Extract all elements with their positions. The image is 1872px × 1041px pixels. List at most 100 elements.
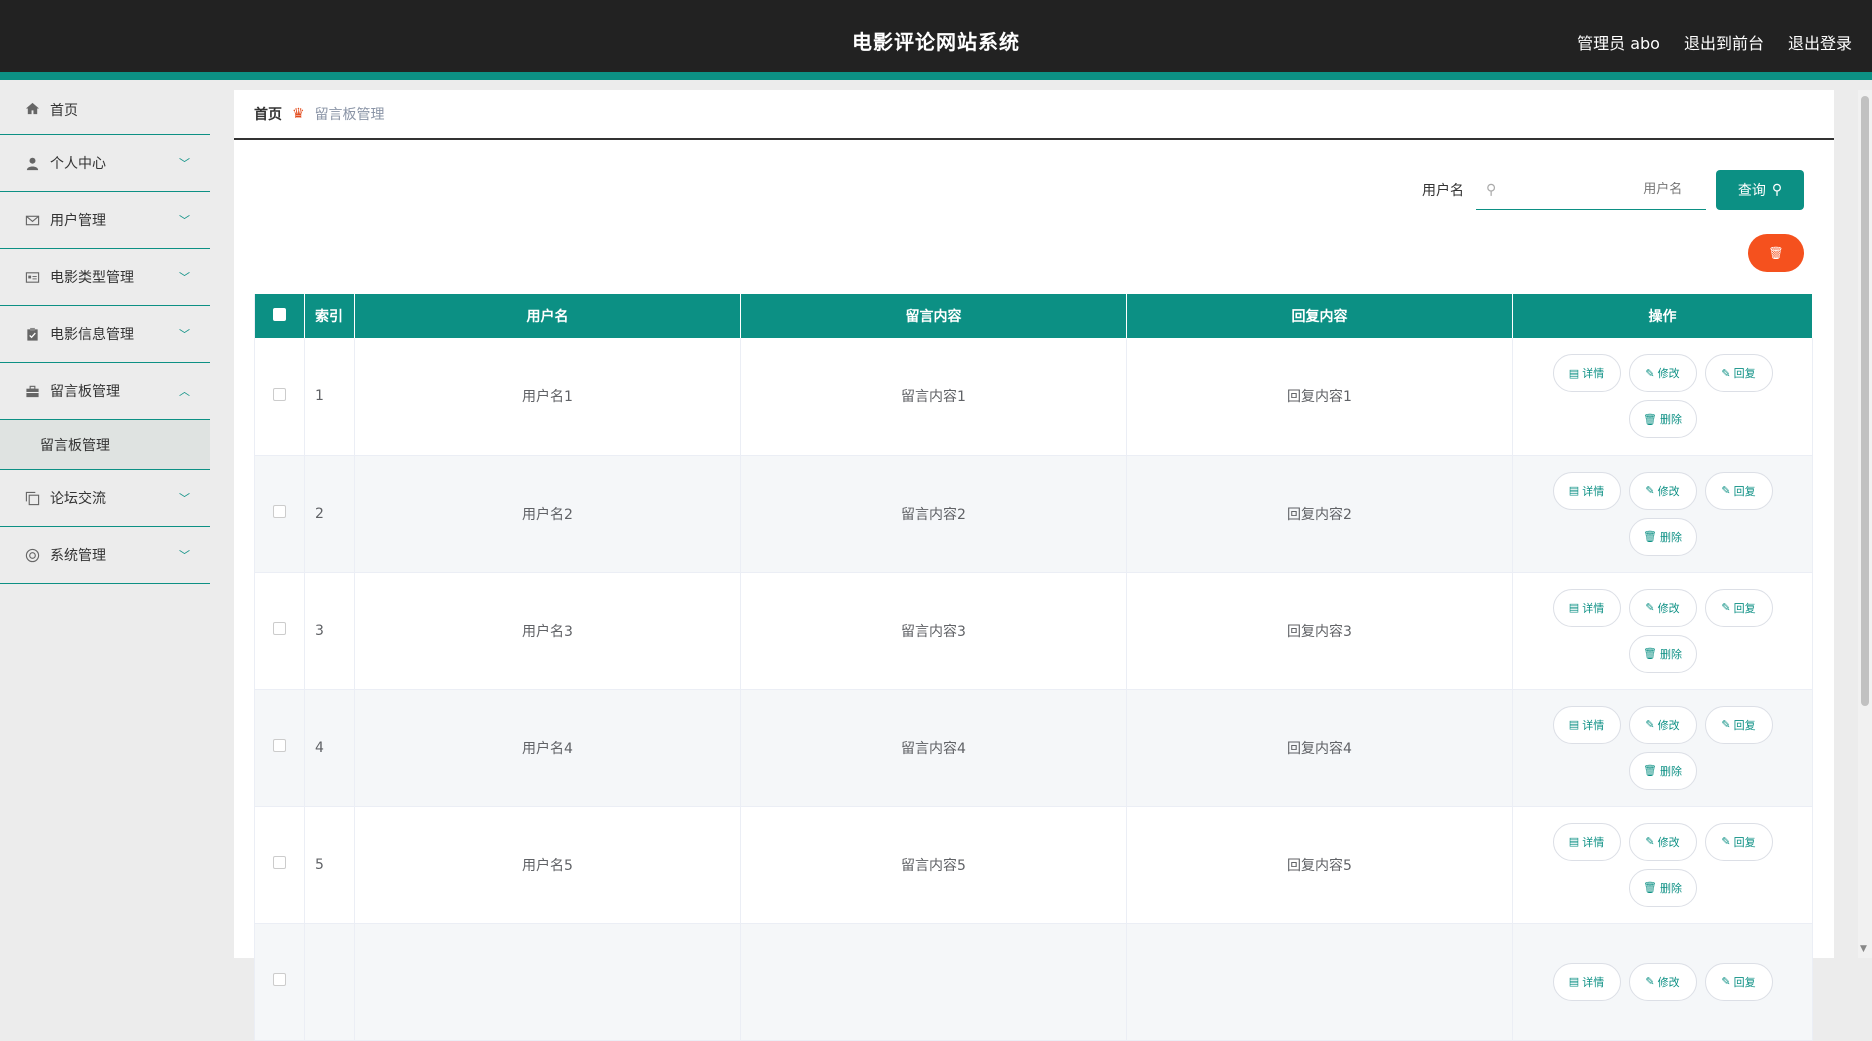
header-links: 管理员 abo 退出到前台 退出登录 (1577, 30, 1852, 54)
scrollbar-thumb[interactable] (1861, 96, 1869, 706)
delete-button[interactable]: 🗑 删除 (1628, 400, 1697, 439)
edit-button[interactable]: ✎ 修改 (1628, 354, 1697, 393)
sidebar-item-system[interactable]: 系统管理 ﹀ (0, 527, 210, 584)
edit-button[interactable]: ✎ 修改 (1628, 962, 1697, 1001)
batch-delete-button[interactable]: 🗑 (1748, 234, 1804, 272)
reply-button[interactable]: ✎ 回复 (1704, 354, 1773, 393)
query-button-label: 查询 (1737, 183, 1766, 199)
main-content: 首页 ♛ 留言板管理 用户名 ⚲ 查询 ⚲ 🗑 (210, 90, 1858, 1040)
chevron-down-icon: ﹀ (179, 328, 190, 341)
trash-icon: 🗑 (1643, 647, 1657, 660)
query-button[interactable]: 查询 ⚲ (1716, 170, 1804, 210)
sidebar-item-label: 论坛交流 (50, 491, 106, 507)
sidebar-item-forum[interactable]: 论坛交流 ﹀ (0, 470, 210, 527)
detail-button[interactable]: ▤ 详情 (1552, 705, 1621, 744)
col-header-username: 用户名 (354, 294, 741, 338)
select-all-checkbox[interactable] (273, 307, 286, 321)
row-checkbox[interactable] (273, 856, 286, 869)
sidebar-item-movie-types[interactable]: 电影类型管理 ﹀ (0, 249, 210, 306)
reply-button[interactable]: ✎ 回复 (1704, 588, 1773, 627)
delete-button[interactable]: 🗑 删除 (1628, 868, 1697, 907)
delete-button[interactable]: 🗑 删除 (1628, 751, 1697, 790)
edit-button[interactable]: ✎ 修改 (1628, 822, 1697, 861)
table-row: ▤ 详情 ✎ 修改 ✎ 回复 (254, 923, 1813, 1040)
message-table: 索引 用户名 留言内容 回复内容 操作 1 用户名1 留言内容1 回复内容1 ▤… (254, 294, 1813, 1041)
cell-reply: 回复内容3 (1126, 572, 1513, 689)
search-input[interactable] (1502, 182, 1683, 197)
reply-button[interactable]: ✎ 回复 (1704, 822, 1773, 861)
sidebar-item-personal[interactable]: 个人中心 ﹀ (0, 135, 210, 192)
sidebar-item-label: 电影类型管理 (50, 270, 134, 286)
edit-button[interactable]: ✎ 修改 (1628, 471, 1697, 510)
cell-actions: ▤ 详情 ✎ 修改 ✎ 回复 🗑 删除 (1512, 455, 1813, 572)
sidebar-item-users[interactable]: 用户管理 ﹀ (0, 192, 210, 249)
pencil-icon: ✎ (1721, 975, 1731, 988)
scroll-down-arrow-icon[interactable]: ▼ (1860, 944, 1867, 954)
breadcrumb-current: 留言板管理 (314, 107, 385, 123)
detail-button[interactable]: ▤ 详情 (1552, 588, 1621, 627)
cell-reply: 回复内容4 (1126, 689, 1513, 806)
document-icon: ▤ (1568, 601, 1580, 614)
sidebar-item-label: 首页 (50, 103, 78, 119)
pencil-icon: ✎ (1721, 484, 1731, 497)
row-checkbox[interactable] (273, 622, 286, 635)
top-header: 电影评论网站系统 管理员 abo 退出到前台 退出登录 (0, 0, 1872, 80)
cell-username: 用户名1 (354, 338, 741, 455)
row-checkbox[interactable] (273, 505, 286, 518)
table-row: 4 用户名4 留言内容4 回复内容4 ▤ 详情 ✎ 修改 ✎ 回复 🗑 删除 (254, 689, 1813, 806)
content-card: 首页 ♛ 留言板管理 用户名 ⚲ 查询 ⚲ 🗑 (234, 90, 1834, 1040)
cell-actions: ▤ 详情 ✎ 修改 ✎ 回复 🗑 删除 (1512, 338, 1813, 455)
document-icon: ▤ (1568, 484, 1580, 497)
submenu-message-board[interactable]: 留言板管理 (0, 420, 210, 470)
chevron-down-icon: ﹀ (179, 549, 190, 562)
sidebar-item-home[interactable]: 首页 (0, 90, 210, 135)
cell-actions: ▤ 详情 ✎ 修改 ✎ 回复 🗑 删除 (1512, 572, 1813, 689)
trash-icon: 🗑 (1643, 764, 1657, 777)
cell-username: 用户名5 (354, 806, 741, 923)
edit-button[interactable]: ✎ 修改 (1628, 588, 1697, 627)
mail-icon (24, 212, 40, 228)
sidebar-item-message-board[interactable]: 留言板管理 ︿ (0, 363, 210, 420)
sidebar-item-movie-info[interactable]: 电影信息管理 ﹀ (0, 306, 210, 363)
page-scrollbar[interactable]: ▼ (1858, 90, 1872, 958)
delete-button[interactable]: 🗑 删除 (1628, 517, 1697, 556)
briefcase-icon (24, 383, 40, 399)
copy-icon (24, 490, 40, 506)
detail-button[interactable]: ▤ 详情 (1552, 471, 1621, 510)
sidebar-item-label: 留言板管理 (50, 384, 120, 400)
breadcrumb-home[interactable]: 首页 (254, 104, 282, 124)
chevron-down-icon: ﹀ (179, 492, 190, 505)
pencil-icon: ✎ (1645, 718, 1655, 731)
trash-icon: 🗑 (1643, 881, 1657, 894)
search-icon: ⚲ (1486, 181, 1497, 198)
cell-index: 5 (304, 806, 355, 923)
col-header-actions: 操作 (1512, 294, 1813, 338)
cell-reply: 回复内容5 (1126, 806, 1513, 923)
to-front-link[interactable]: 退出到前台 (1684, 30, 1764, 54)
row-checkbox[interactable] (273, 973, 286, 986)
sidebar-item-label: 个人中心 (50, 156, 106, 172)
reply-button[interactable]: ✎ 回复 (1704, 705, 1773, 744)
table-row: 1 用户名1 留言内容1 回复内容1 ▤ 详情 ✎ 修改 ✎ 回复 🗑 删除 (254, 338, 1813, 455)
reply-button[interactable]: ✎ 回复 (1704, 962, 1773, 1001)
document-icon: ▤ (1568, 718, 1580, 731)
pencil-icon: ✎ (1721, 835, 1731, 848)
cell-index: 1 (304, 338, 355, 455)
cell-reply: 回复内容2 (1126, 455, 1513, 572)
admin-name-link[interactable]: 管理员 abo (1577, 30, 1660, 54)
detail-button[interactable]: ▤ 详情 (1552, 354, 1621, 393)
edit-button[interactable]: ✎ 修改 (1628, 705, 1697, 744)
row-checkbox[interactable] (273, 739, 286, 752)
search-label: 用户名 (1422, 183, 1464, 199)
detail-button[interactable]: ▤ 详情 (1552, 962, 1621, 1001)
cell-username (354, 923, 741, 1040)
row-checkbox[interactable] (273, 387, 286, 401)
detail-button[interactable]: ▤ 详情 (1552, 822, 1621, 861)
reply-button[interactable]: ✎ 回复 (1704, 471, 1773, 510)
chevron-down-icon: ﹀ (179, 271, 190, 284)
logout-link[interactable]: 退出登录 (1788, 30, 1852, 54)
id-card-icon (24, 269, 40, 285)
document-icon: ▤ (1568, 366, 1580, 380)
delete-button[interactable]: 🗑 删除 (1628, 634, 1697, 673)
col-header-reply: 回复内容 (1126, 294, 1513, 338)
